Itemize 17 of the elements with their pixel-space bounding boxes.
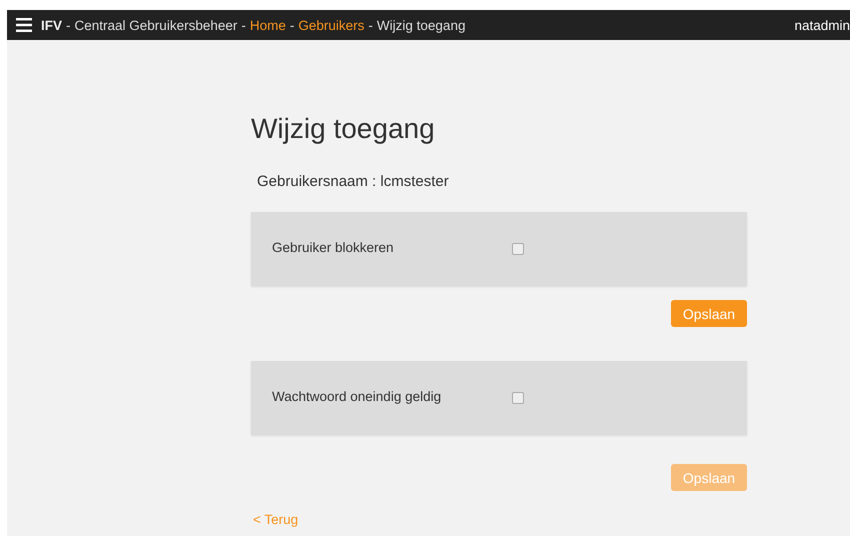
breadcrumb-separator: -	[241, 18, 246, 32]
checkbox[interactable]	[512, 243, 524, 255]
page-title: Wijzig toegang	[251, 112, 436, 146]
breadcrumb-separator: -	[290, 18, 294, 32]
menu-icon[interactable]	[16, 18, 32, 32]
checkbox[interactable]	[512, 392, 524, 404]
breadcrumb-separator: -	[368, 18, 373, 32]
breadcrumb-text: Wijzig toegang	[376, 18, 466, 32]
user-name[interactable]: natadmin	[794, 18, 850, 32]
setting-label: Gebruiker blokkeren	[272, 240, 395, 254]
breadcrumb-link[interactable]: Gebruikers	[298, 18, 364, 32]
breadcrumb-link[interactable]: Home	[250, 18, 286, 32]
breadcrumb-text: Centraal Gebruikersbeheer	[74, 18, 238, 32]
username-text: Gebruikersnaam : lcmstester	[257, 173, 450, 190]
app-brand: IFV	[41, 18, 62, 32]
breadcrumb-separator: -	[66, 18, 71, 32]
setting-label: Wachtwoord oneindig geldig	[272, 388, 442, 404]
